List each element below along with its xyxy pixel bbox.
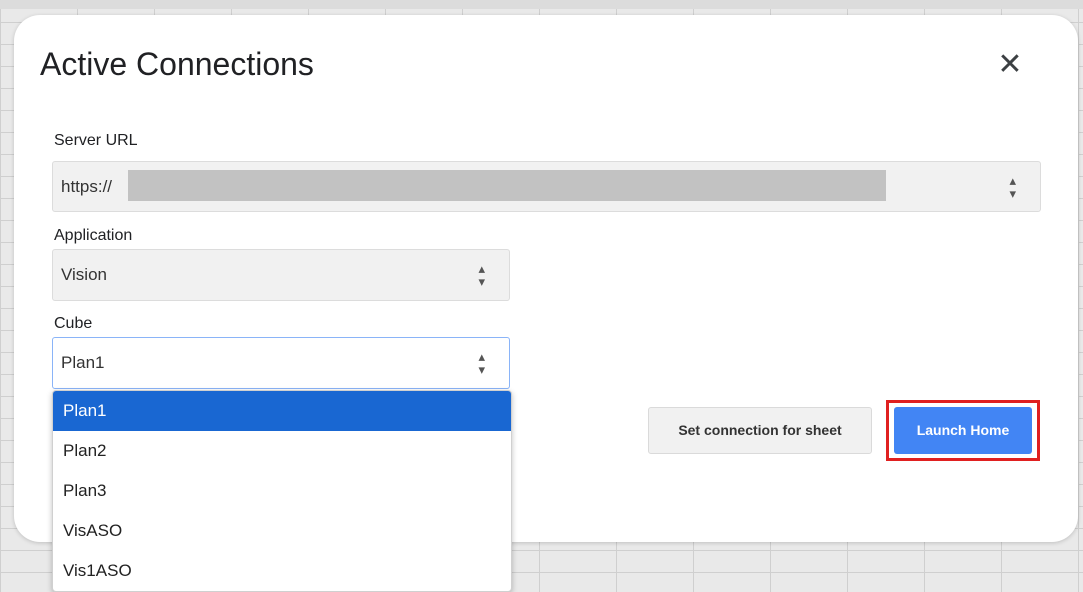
application-label: Application [54, 227, 133, 244]
cube-option[interactable]: VisASO [53, 511, 511, 551]
close-icon[interactable]: ✕ [995, 50, 1025, 80]
cube-label: Cube [54, 315, 93, 332]
set-connection-button[interactable]: Set connection for sheet [648, 407, 872, 454]
window-top-strip [0, 0, 1083, 9]
sort-arrows-icon: ▴ ▾ [1009, 172, 1016, 201]
sort-arrows-icon: ▴ ▾ [478, 349, 485, 377]
cube-option[interactable]: Vis1ASO [53, 551, 511, 591]
cube-options-dropdown: Plan1 Plan2 Plan3 VisASO Vis1ASO [52, 390, 512, 592]
application-select[interactable]: Vision ▴ ▾ [52, 249, 510, 301]
dialog-title: Active Connections [40, 46, 314, 82]
application-value: Vision [61, 265, 107, 284]
sort-arrows-icon: ▴ ▾ [478, 261, 485, 289]
cube-select[interactable]: Plan1 ▴ ▾ [52, 337, 510, 389]
server-url-label: Server URL [54, 132, 138, 149]
redacted-url-block [128, 170, 886, 201]
server-url-value: https:// [61, 176, 113, 196]
launch-home-button[interactable]: Launch Home [894, 407, 1032, 454]
cube-value: Plan1 [61, 353, 105, 372]
cube-option[interactable]: Plan1 [53, 391, 511, 431]
cube-option[interactable]: Plan3 [53, 471, 511, 511]
cube-option[interactable]: Plan2 [53, 431, 511, 471]
